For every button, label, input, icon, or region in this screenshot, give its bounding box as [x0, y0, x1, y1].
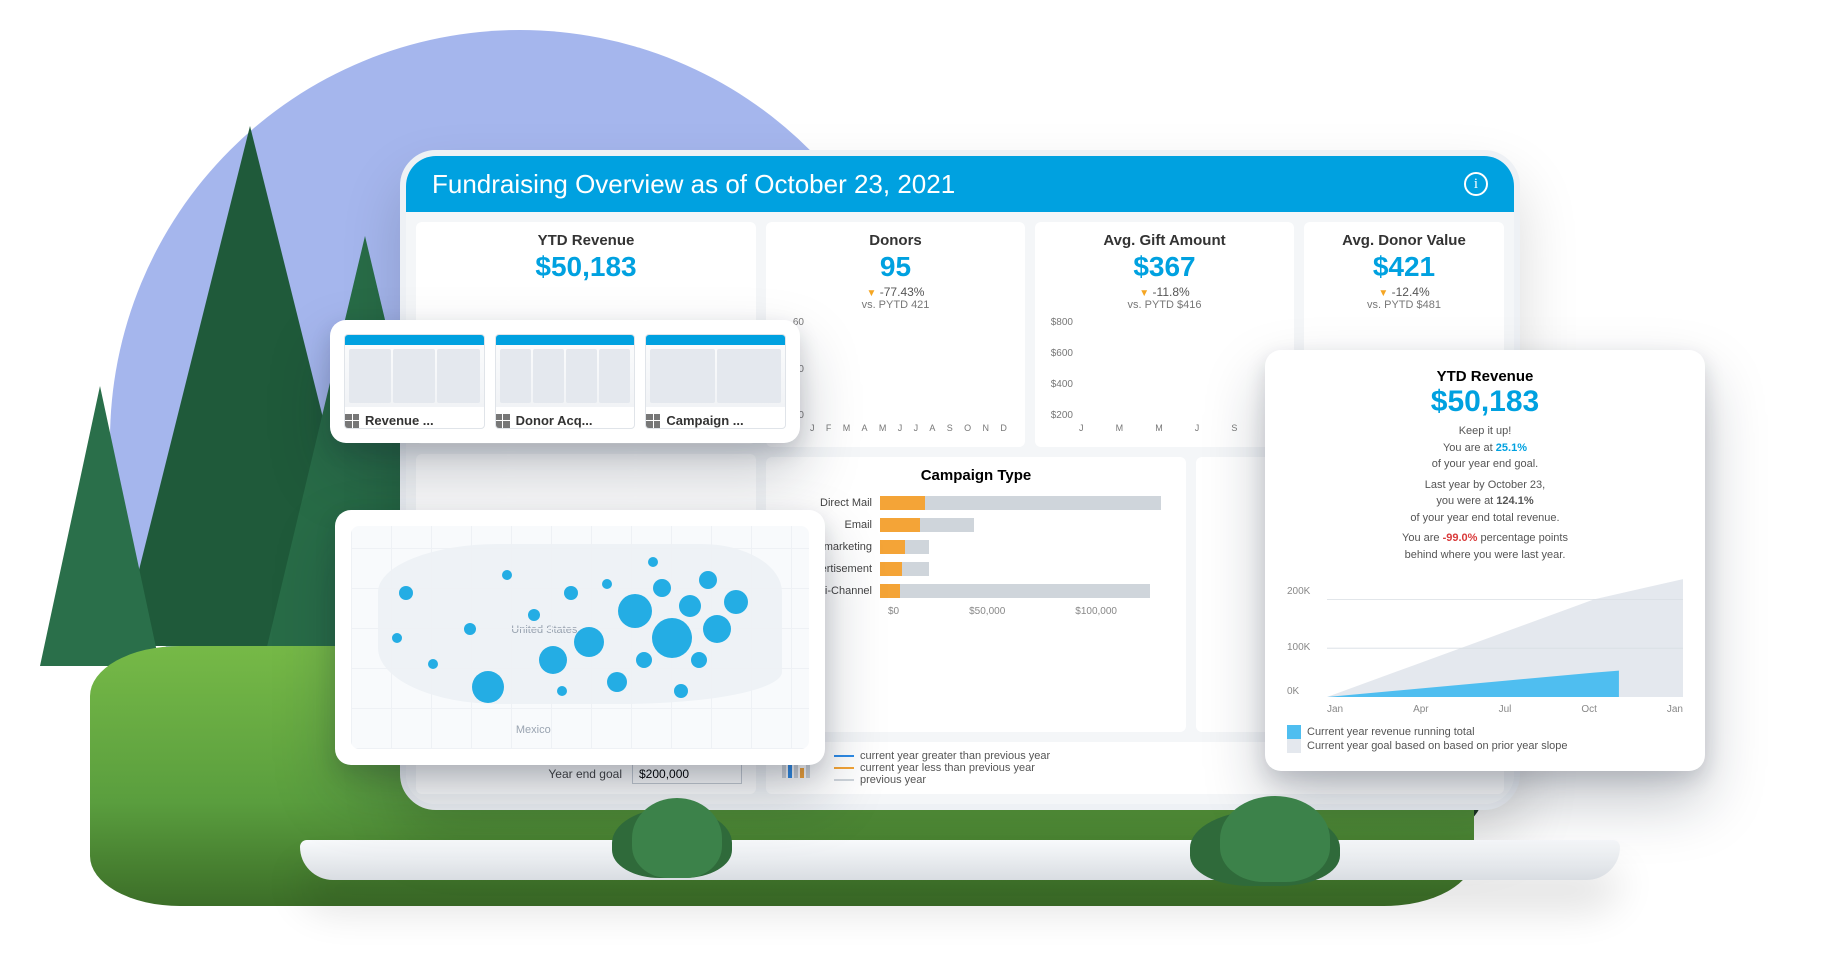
year-end-goal-input[interactable] — [632, 764, 742, 784]
dashboard-thumbnails-card: Revenue ... Donor Acq... Campaign ... — [330, 320, 800, 443]
kpi-value: $50,183 — [430, 251, 742, 283]
dashboard-header: Fundraising Overview as of October 23, 2… — [406, 156, 1514, 212]
thumbnail-campaign[interactable]: Campaign ... — [645, 334, 786, 429]
grid-icon — [646, 414, 660, 428]
thumbnail-donor-acq[interactable]: Donor Acq... — [495, 334, 636, 429]
avg-gift-bar-chart: $800$600$400$200 JMMJSN — [1049, 317, 1280, 437]
donors-kpi: Donors 95 ▼ -77.43% vs. PYTD 421 604020 … — [766, 222, 1025, 447]
campaign-type-panel: Campaign Type Direct MailEmailTelemarket… — [766, 457, 1186, 732]
ytd-area-chart: 200K 100K 0K Jan Apr Jul Oct Jan — [1287, 575, 1683, 715]
donor-map-card[interactable]: United States Mexico — [335, 510, 825, 765]
grid-icon — [496, 414, 510, 428]
kpi-label: YTD Revenue — [430, 232, 742, 249]
grid-icon — [345, 414, 359, 428]
dashboard-title: Fundraising Overview as of October 23, 2… — [432, 169, 955, 200]
thumbnail-revenue[interactable]: Revenue ... — [344, 334, 485, 429]
ytd-revenue-popup: YTD Revenue $50,183 Keep it up! You are … — [1265, 350, 1705, 771]
info-icon[interactable]: i — [1464, 172, 1488, 196]
donors-bar-chart: 604020 JFMAMJJASOND — [780, 317, 1011, 437]
avg-gift-kpi: Avg. Gift Amount $367 ▼ -11.8% vs. PYTD … — [1035, 222, 1294, 447]
